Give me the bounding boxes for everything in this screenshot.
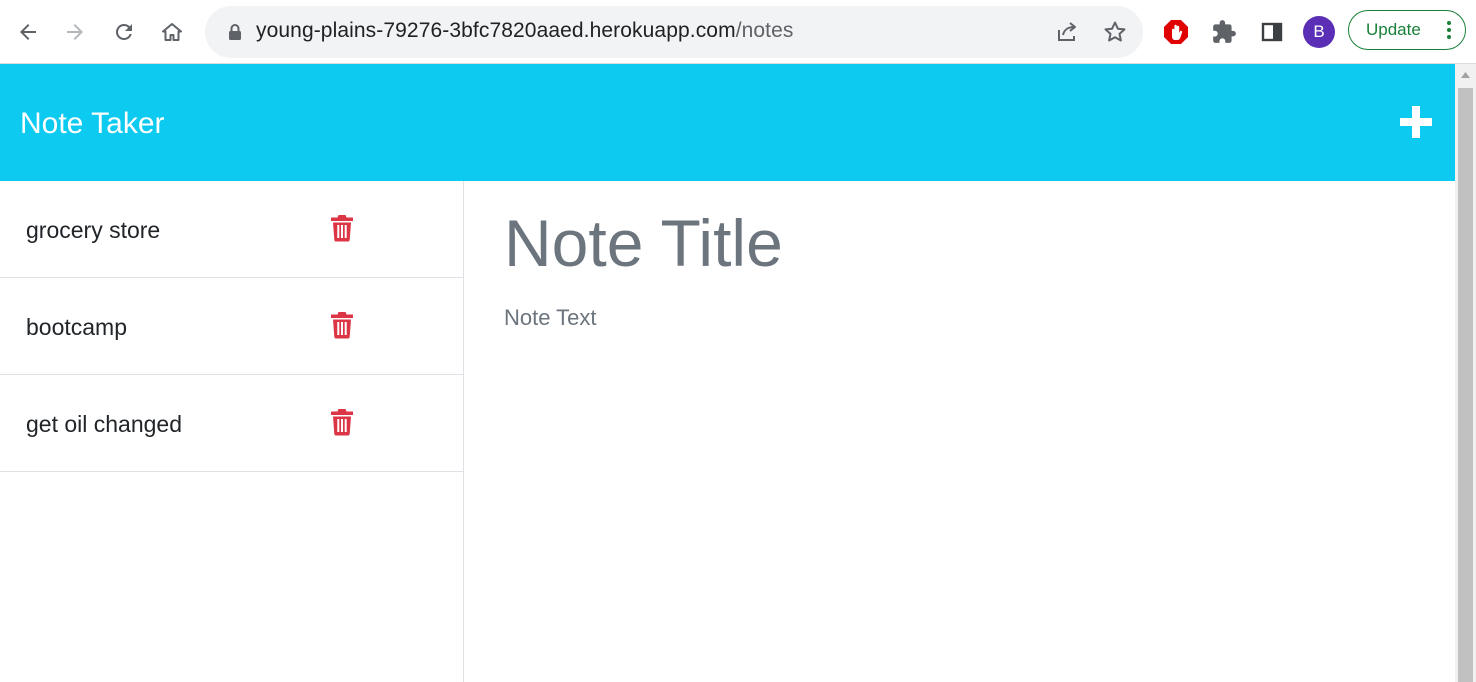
adblock-extension[interactable] bbox=[1161, 17, 1191, 47]
note-text-area[interactable]: Note Text bbox=[504, 305, 597, 331]
more-icon bbox=[1447, 21, 1451, 39]
home-icon bbox=[162, 23, 182, 41]
extensions-icon bbox=[1213, 20, 1236, 43]
scroll-thumb[interactable] bbox=[1458, 88, 1473, 682]
update-button[interactable]: Update bbox=[1348, 10, 1466, 50]
note-title: bootcamp bbox=[26, 314, 128, 340]
browser-toolbar: young-plains-79276-3bfc7820aaed.herokuap… bbox=[0, 0, 1476, 64]
side-panel-button[interactable] bbox=[1257, 17, 1287, 47]
list-item[interactable]: get oil changed bbox=[0, 375, 463, 472]
share-icon[interactable] bbox=[1054, 19, 1080, 45]
url-path: /notes bbox=[735, 19, 794, 42]
profile-avatar[interactable]: B bbox=[1303, 16, 1335, 48]
back-button[interactable] bbox=[12, 14, 44, 50]
app-navbar: Note Taker bbox=[0, 64, 1455, 181]
note-editor: Note Title Note Text bbox=[464, 181, 1455, 682]
star-icon[interactable] bbox=[1102, 19, 1128, 45]
note-title: get oil changed bbox=[26, 411, 183, 437]
note-title-input[interactable]: Note Title bbox=[504, 205, 783, 281]
scrollbar[interactable] bbox=[1455, 64, 1476, 682]
scroll-up-icon[interactable] bbox=[1461, 72, 1470, 78]
home-button[interactable] bbox=[156, 14, 188, 50]
notes-list: grocery store bootcamp get oil changed bbox=[0, 181, 464, 682]
update-label: Update bbox=[1366, 20, 1421, 39]
adblock-icon bbox=[1164, 20, 1188, 44]
extensions-button[interactable] bbox=[1209, 17, 1239, 47]
app-brand[interactable]: Note Taker bbox=[20, 107, 165, 141]
list-item[interactable]: grocery store bbox=[0, 181, 463, 278]
plus-icon[interactable] bbox=[1398, 104, 1434, 140]
back-icon bbox=[20, 24, 36, 40]
address-bar[interactable]: young-plains-79276-3bfc7820aaed.herokuap… bbox=[205, 6, 1143, 58]
url-host: young-plains-79276-3bfc7820aaed.herokuap… bbox=[256, 19, 736, 42]
trash-icon[interactable] bbox=[330, 408, 354, 436]
side-panel-icon bbox=[1261, 22, 1283, 42]
forward-icon bbox=[67, 24, 83, 40]
url-text[interactable]: young-plains-79276-3bfc7820aaed.herokuap… bbox=[256, 19, 794, 43]
note-title: grocery store bbox=[26, 217, 161, 243]
list-item[interactable]: bootcamp bbox=[0, 278, 463, 375]
trash-icon[interactable] bbox=[330, 214, 354, 242]
lock-icon bbox=[229, 24, 241, 40]
forward-button[interactable] bbox=[59, 14, 91, 50]
reload-icon bbox=[115, 23, 132, 40]
reload-button[interactable] bbox=[108, 14, 140, 50]
trash-icon[interactable] bbox=[330, 311, 354, 339]
